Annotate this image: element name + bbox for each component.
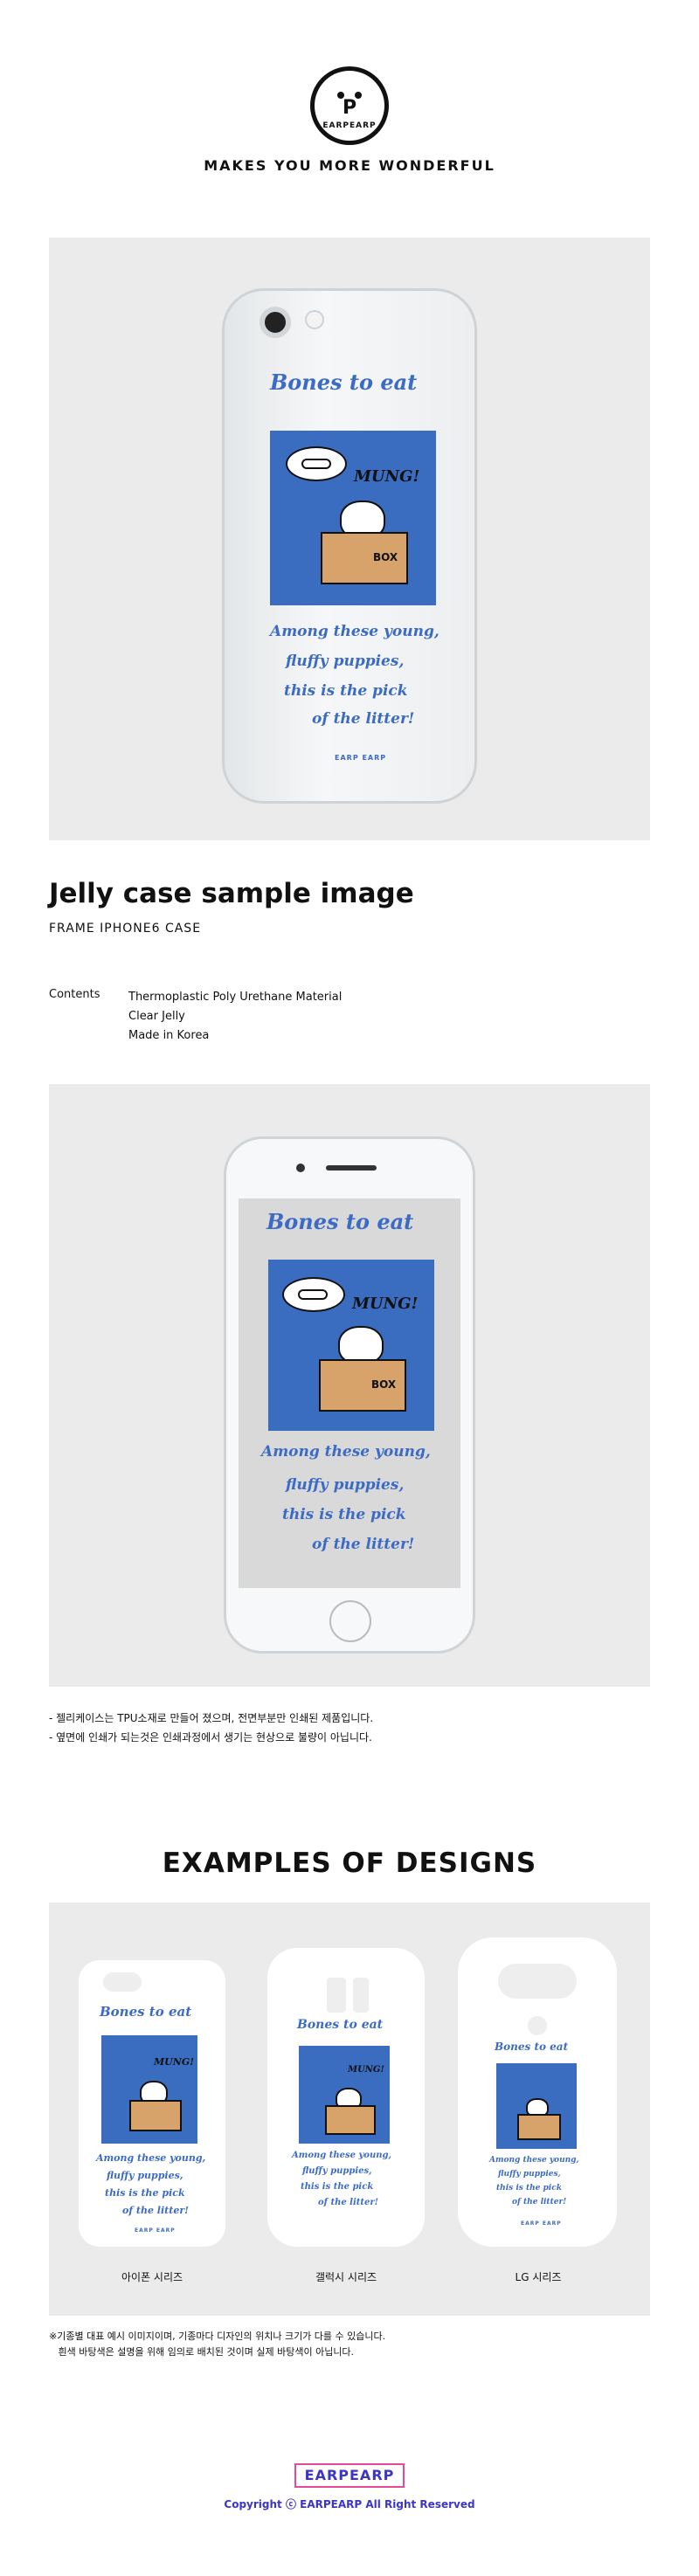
art-line-3: this is the pick <box>496 2184 562 2193</box>
brand-logo: P EARPEARP <box>310 66 389 145</box>
art-line-2: fluffy puppies, <box>498 2170 561 2179</box>
art-line-3: this is the pick <box>301 2182 374 2192</box>
contents-item: Made in Korea <box>128 1029 210 1042</box>
screen-artwork: Bones to eat MUNG! BOX Among these young… <box>251 1205 448 1581</box>
art-line-1: Among these young, <box>261 1443 431 1461</box>
art-brand: EARP EARP <box>521 2220 562 2227</box>
art-line-3: this is the pick <box>284 682 408 700</box>
art-brand: EARP EARP <box>335 754 387 762</box>
home-button-icon <box>329 1600 371 1642</box>
art-line-2: fluffy puppies, <box>302 2166 372 2176</box>
art-line-3: this is the pick <box>105 2187 185 2199</box>
footnote-line: 흰색 바탕색은 설명을 위해 임의로 배치된 것이며 실제 바탕색이 아닙니다. <box>49 2346 355 2358</box>
front-camera-icon <box>296 1164 305 1172</box>
cardboard-box <box>517 2114 561 2140</box>
art-bubble-text: MUNG! <box>354 467 420 486</box>
art-line-3: this is the pick <box>282 1506 406 1523</box>
examples-footnote: ※기종별 대표 예시 이미지이며, 기종마다 디자인의 위치나 크기가 다를 수… <box>49 2329 385 2360</box>
art-line-2: fluffy puppies, <box>107 2170 183 2181</box>
tagline: MAKES YOU MORE WONDERFUL <box>204 157 495 174</box>
art-line-1: Among these young, <box>292 2151 391 2160</box>
art-line-4: of the litter! <box>512 2198 567 2207</box>
art-brand: EARP EARP <box>135 2227 176 2234</box>
art-line-4: of the litter! <box>312 710 415 728</box>
art-title: Bones to eat <box>270 369 418 395</box>
phone-screen: Bones to eat MUNG! BOX Among these young… <box>239 1198 460 1588</box>
example-label-galaxy: 갤럭시 시리즈 <box>315 2271 377 2283</box>
flash-icon <box>305 310 324 329</box>
box-label: BOX <box>371 1378 397 1391</box>
note-line: - 옆면에 인쇄가 되는것은 인쇄과정에서 생기는 현상으로 불량이 아닙니다. <box>49 1731 372 1744</box>
art-line-4: of the litter! <box>122 2205 189 2216</box>
case-artwork: Bones to eat MUNG! BOX Among these young… <box>260 369 452 780</box>
example-artwork: Bones to eat Among these young, fluffy p… <box>484 2041 598 2236</box>
footer-logo: EARPEARP <box>294 2463 405 2488</box>
footer-copyright: Copyright ⓒ EARPEARP All Right Reserved <box>224 2498 475 2510</box>
camera-cutout-icon <box>498 1964 577 1999</box>
examples-title: EXAMPLES OF DESIGNS <box>162 1847 537 1879</box>
art-title: Bones to eat <box>266 1209 414 1234</box>
art-title: Bones to eat <box>495 2041 569 2053</box>
box-label: BOX <box>373 551 398 563</box>
example-galaxy-case: Bones to eat MUNG! Among these young, fl… <box>267 1948 425 2247</box>
contents-list: Thermoplastic Poly Urethane Material Cle… <box>128 988 342 1046</box>
note-line: - 젤리케이스는 TPU소재로 만들어 졌으며, 전면부분만 인쇄된 제품입니다… <box>49 1712 374 1724</box>
art-title: Bones to eat <box>100 2004 192 2020</box>
case-front-panel: Bones to eat MUNG! BOX Among these young… <box>49 1084 650 1687</box>
art-bubble-text: MUNG! <box>348 2065 384 2075</box>
logo-letter: P <box>342 97 357 119</box>
art-line-1: Among these young, <box>270 623 439 640</box>
camera-cutout-icon <box>103 1972 142 1992</box>
example-label-lg: LG 시리즈 <box>515 2271 562 2283</box>
example-label-iphone: 아이폰 시리즈 <box>121 2271 183 2283</box>
art-bubble-text: MUNG! <box>352 1295 419 1313</box>
art-line-2: fluffy puppies, <box>286 653 405 670</box>
sensor-cutout-icon <box>353 1978 369 2013</box>
bone-icon <box>301 459 331 469</box>
bone-icon <box>298 1289 328 1300</box>
phone-front-image: Bones to eat MUNG! BOX Among these young… <box>224 1136 475 1654</box>
cardboard-box <box>325 2105 376 2135</box>
art-bubble-text: MUNG! <box>154 2056 195 2068</box>
art-line-4: of the litter! <box>318 2198 379 2207</box>
case-back-panel: Bones to eat MUNG! BOX Among these young… <box>49 238 650 840</box>
example-lg-case: Bones to eat Among these young, fluffy p… <box>458 1937 617 2247</box>
art-line-1: Among these young, <box>489 2156 579 2165</box>
example-artwork: Bones to eat MUNG! Among these young, fl… <box>288 2018 411 2236</box>
notes: - 젤리케이스는 TPU소재로 만들어 졌으며, 전면부분만 인쇄된 제품입니다… <box>49 1709 373 1747</box>
fingerprint-cutout-icon <box>528 2016 547 2035</box>
art-line-2: fluffy puppies, <box>286 1476 405 1494</box>
contents-item: Thermoplastic Poly Urethane Material <box>128 991 343 1004</box>
phone-back-image: Bones to eat MUNG! BOX Among these young… <box>222 288 477 804</box>
product-page: P EARPEARP MAKES YOU MORE WONDERFUL Bone… <box>0 0 699 2576</box>
art-line-1: Among these young, <box>96 2152 206 2164</box>
examples-panel: Bones to eat MUNG! Among these young, fl… <box>49 1903 650 2316</box>
cardboard-box <box>129 2100 182 2131</box>
contents-label: Contents <box>49 988 100 1001</box>
art-title: Bones to eat <box>297 2018 384 2032</box>
camera-icon <box>260 307 291 338</box>
contents-item: Clear Jelly <box>128 1010 185 1023</box>
art-line-4: of the litter! <box>312 1536 415 1553</box>
product-title: Jelly case sample image <box>49 878 414 909</box>
footnote-line: ※기종별 대표 예시 이미지이며, 기종마다 디자인의 위치나 크기가 다를 수… <box>49 2331 386 2342</box>
camera-cutout-icon <box>327 1978 346 2013</box>
logo-text: EARPEARP <box>322 121 377 130</box>
example-artwork: Bones to eat MUNG! Among these young, fl… <box>91 2004 217 2240</box>
speaker-icon <box>326 1165 377 1171</box>
product-subtitle: FRAME IPHONE6 CASE <box>49 922 202 936</box>
example-iphone-case: Bones to eat MUNG! Among these young, fl… <box>79 1960 225 2247</box>
